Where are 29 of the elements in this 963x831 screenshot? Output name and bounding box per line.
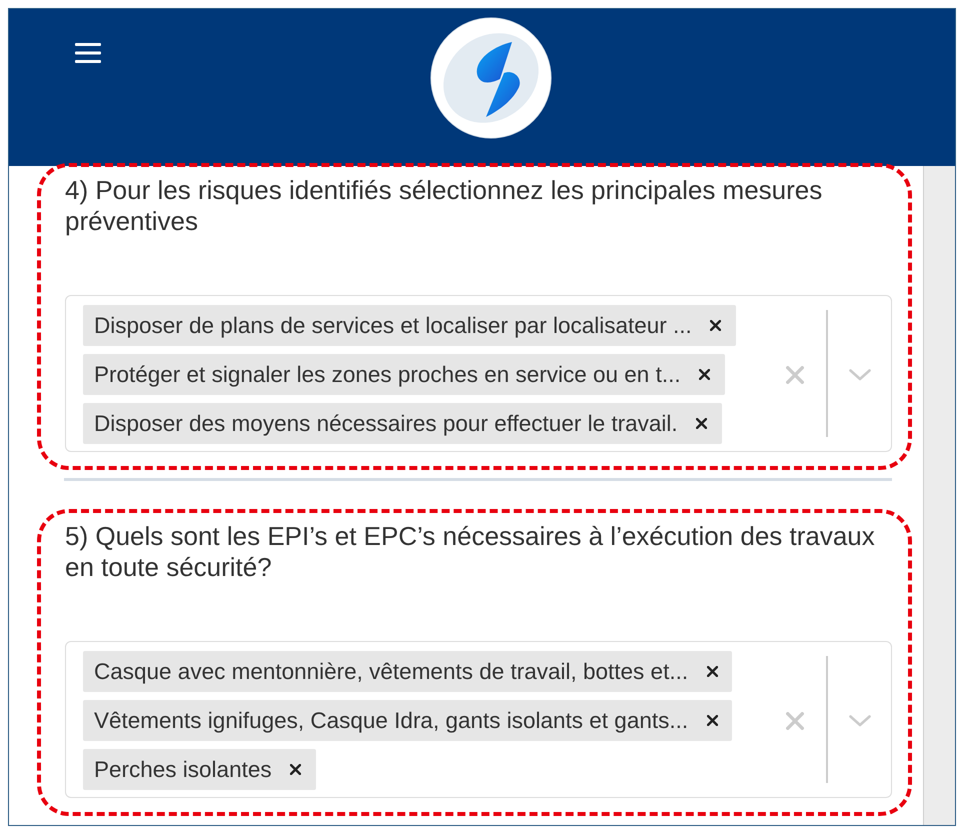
remove-option-button[interactable] (696, 418, 708, 430)
option-label: Protéger et signaler les zones proches en service ou en t... (94, 360, 681, 389)
close-icon (290, 764, 302, 775)
remove-option-button[interactable] (706, 666, 718, 678)
remove-option-button[interactable] (706, 714, 718, 726)
remove-option-button[interactable] (698, 368, 711, 380)
close-icon (786, 712, 804, 730)
remove-option-button[interactable] (290, 764, 302, 776)
option-label: Perches isolantes (94, 756, 272, 784)
close-icon (710, 320, 722, 331)
option-label: Disposer de plans de services et localiser par localisateur ... (94, 312, 692, 340)
menu-icon[interactable] (75, 43, 101, 63)
question-title: 5) Quels sont les EPI’s et EPC’s nécessaires à l’exécution des travaux en toute sécurité? (65, 521, 876, 583)
multi-select-field[interactable]: Casque avec mentonnière, vêtements de travail, bottes et... Vêtements ignifuges, Casque Idra, gants isolants et gants... Perches isolantes (65, 641, 892, 798)
chevron-down-icon (848, 714, 870, 726)
close-icon (699, 369, 710, 380)
chevron-down-icon (848, 368, 870, 380)
option-label: Vêtements ignifuges, Casque Idra, gants isolants et gants... (94, 706, 688, 735)
multi-select-field[interactable]: Disposer de plans de services et localiser par localisateur ... Protéger et signaler les zones proches en service ou en t... Disposer des moyens nécessaires pour effectuer le travail. (65, 295, 892, 452)
remove-option-button[interactable] (710, 320, 722, 332)
scrollbar-track[interactable] (923, 166, 955, 825)
option-label: Casque avec mentonnière, vêtements de travail, bottes et... (94, 658, 688, 686)
close-icon (786, 366, 804, 384)
option-label: Disposer des moyens nécessaires pour effectuer le travail. (94, 410, 678, 438)
close-icon (696, 418, 708, 429)
close-icon (706, 666, 718, 677)
logo-icon (430, 17, 552, 139)
question-title: 4) Pour les risques identifiés sélectionnez les principales mesures préventives (65, 175, 824, 237)
close-icon (706, 715, 718, 726)
